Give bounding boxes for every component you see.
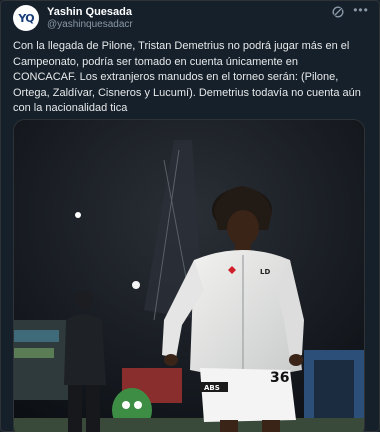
tweet-text: Con la llegada de Pilone, Tristan Demetr…: [13, 40, 361, 114]
more-icon[interactable]: •••: [353, 3, 369, 17]
shorts-text: ABS: [204, 384, 220, 392]
grok-icon[interactable]: [331, 5, 345, 19]
tweet-header: YQ Yashin Quesada @yashinquesadacr •••: [13, 3, 369, 33]
tweet-card[interactable]: YQ Yashin Quesada @yashinquesadacr ••• C…: [0, 0, 380, 432]
tweet-media[interactable]: LD ABS 36: [13, 119, 365, 432]
media-photo: LD ABS 36: [14, 120, 364, 432]
author-handle[interactable]: @yashinquesadacr: [47, 19, 133, 31]
shirt-text: LD: [260, 268, 270, 276]
author-name[interactable]: Yashin Quesada: [47, 6, 132, 19]
shorts-number: 36: [270, 370, 289, 386]
avatar[interactable]: YQ: [13, 5, 39, 31]
